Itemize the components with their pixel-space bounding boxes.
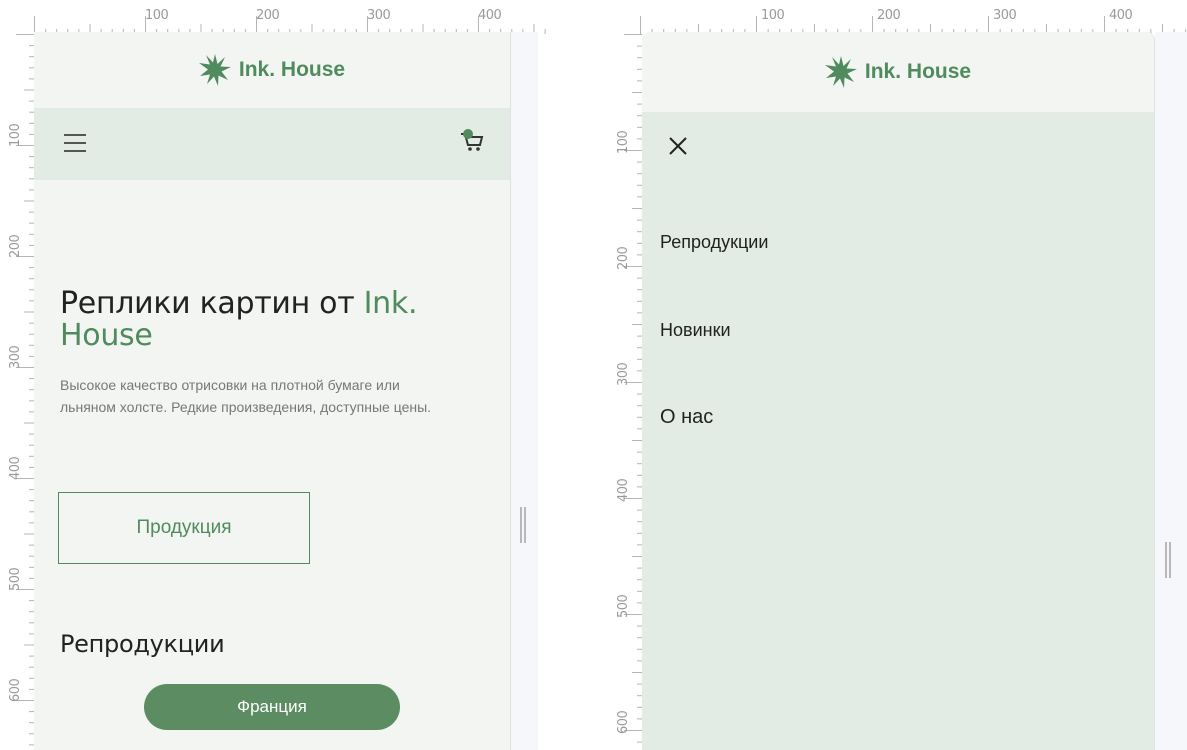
site-header: Ink. House <box>642 32 1154 112</box>
vertical-ruler-left: 100 200 300 400 500 600 <box>0 34 34 750</box>
ruler-label-400: 400 <box>478 8 502 23</box>
brand-name[interactable]: Ink. House <box>865 60 971 84</box>
ruler-label-300: 300 <box>367 8 391 23</box>
navigation-bar <box>34 108 510 180</box>
mobile-menu-panel <box>642 112 1154 750</box>
ruler-label-500: 500 <box>616 594 631 618</box>
ruler-label-100: 100 <box>145 8 169 23</box>
ruler-label-300: 300 <box>8 345 23 369</box>
ruler-ticks <box>640 16 1187 34</box>
ruler-label-400: 400 <box>8 456 23 480</box>
ruler-label-500: 500 <box>8 567 23 591</box>
ruler-label-100: 100 <box>616 130 631 154</box>
horizontal-ruler-right: 100 200 300 400 <box>640 0 1187 34</box>
ruler-label-200: 200 <box>8 234 23 258</box>
ruler-ticks <box>34 16 546 34</box>
logo-star-icon <box>824 56 857 88</box>
ruler-label-300: 300 <box>993 8 1017 23</box>
ruler-label-300: 300 <box>616 362 631 386</box>
category-pill-france[interactable]: Франция <box>144 684 400 730</box>
ruler-label-200: 200 <box>256 8 280 23</box>
resize-track <box>511 32 538 750</box>
hero-title: Реплики картин от Ink. House <box>60 288 460 352</box>
cart-icon[interactable] <box>458 126 486 154</box>
vertical-ruler-right: 100 200 300 400 500 600 <box>608 34 642 750</box>
ruler-label-400: 400 <box>1109 8 1133 23</box>
ruler-label-200: 200 <box>877 8 901 23</box>
close-icon[interactable] <box>668 136 688 156</box>
ruler-label-600: 600 <box>616 710 631 734</box>
resize-handle[interactable] <box>520 507 526 543</box>
site-header: Ink. House <box>34 32 510 108</box>
section-title-reproductions: Репродукции <box>60 630 225 658</box>
mobile-menu-screen: Ink. House Репродукции Новинки О нас <box>642 32 1155 750</box>
hero-subtitle: Высокое качество отрисовки на плотной бу… <box>60 377 432 415</box>
ruler-label-200: 200 <box>616 246 631 270</box>
menu-item-reproductions[interactable]: Репродукции <box>660 232 768 253</box>
ruler-label-400: 400 <box>616 478 631 502</box>
mobile-home-screen: Ink. House Реплики картин от Ink. House … <box>34 32 511 750</box>
menu-item-about[interactable]: О нас <box>660 406 713 429</box>
ruler-label-600: 600 <box>8 678 23 702</box>
horizontal-ruler-left: 100 200 300 400 <box>34 0 550 34</box>
ruler-label-100: 100 <box>8 123 23 147</box>
logo-star-icon <box>198 54 231 86</box>
products-button[interactable]: Продукция <box>58 492 310 564</box>
hero-title-main: Реплики картин от <box>60 286 364 321</box>
hamburger-menu-icon[interactable] <box>64 134 86 152</box>
ruler-label-100: 100 <box>761 8 785 23</box>
brand-name[interactable]: Ink. House <box>239 58 345 82</box>
menu-item-new[interactable]: Новинки <box>660 320 731 341</box>
resize-track <box>1155 32 1187 750</box>
resize-handle[interactable] <box>1165 542 1171 578</box>
